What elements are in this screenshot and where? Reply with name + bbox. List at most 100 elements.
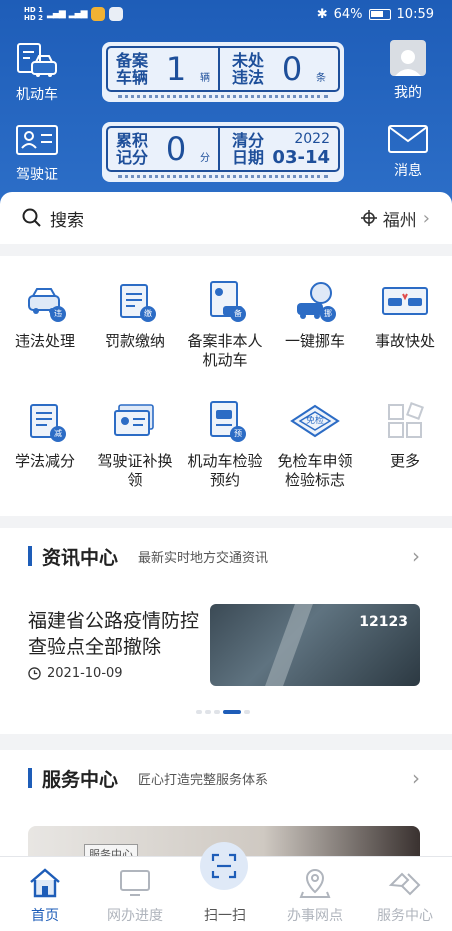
chevron-right-icon: › [422,207,430,229]
header: HD 1 HD 2 ▂▄▆ ▂▄▆ ✱ 64% 10:59 机动车 驾驶证 备案车… [0,0,452,215]
handshake-icon [387,865,423,901]
vehicle-doc-icon [14,40,60,80]
service-label: 一键挪车 [284,332,345,350]
news-date: 2021-10-09 [28,666,123,681]
tab-label: 首页 [31,908,59,924]
battery-icon [368,9,391,20]
service-badge: 免检 [305,415,324,426]
news-section-subtitle: 最新实时地方交通资讯 [138,550,269,566]
service-section-title: 服务中心 [42,768,119,791]
points-label: 累积记分 [115,131,148,167]
service-label: 更多 [389,452,420,470]
clock: 10:59 [396,7,434,22]
points-unit: 分 [200,152,210,164]
service-license-renew[interactable]: 驾驶证补换领 [90,398,180,490]
service-fine-payment[interactable]: 缴罚款缴纳 [90,278,180,351]
search-icon [22,208,41,227]
bridge-graphic [265,604,313,686]
inspection-icon: 预 [200,398,250,444]
location-target-icon [360,210,377,226]
register-vehicle-icon: 备 [200,278,250,324]
divider [218,128,220,170]
clear-date-label: 清分日期 [231,131,264,167]
envelope-icon [386,122,430,156]
carousel-dot [196,710,202,714]
sim-indicator: HD 1 HD 2 [24,6,43,22]
service-more[interactable]: 更多 [360,398,450,471]
clear-date-month-day: 03-14 [272,146,330,168]
scan-icon [211,853,237,879]
chevron-right-icon: › [412,766,420,790]
avatar [390,40,426,76]
violations-label: 未处违法 [231,51,264,87]
carousel-dot [205,710,211,714]
service-label: 学法减分 [14,452,75,470]
service-grid: 违违法处理缴罚款缴纳备备案非本人机动车挪一键挪车 事故快处减学法减分 驾驶证补换领预… [0,256,452,516]
carousel-dot [244,710,250,714]
service-badge: 减 [50,426,66,442]
service-study[interactable]: 减学法减分 [0,398,90,471]
registered-vehicles-count: 1 [165,50,187,88]
license-renew-icon [110,398,160,444]
service-label: 罚款缴纳 [104,332,165,350]
divider [218,48,220,90]
tab-service-points[interactable]: 办事网点 [270,865,360,925]
fine-payment-icon: 缴 [110,278,160,324]
news-section-header[interactable]: 资讯中心 最新实时地方交通资讯 › [0,528,452,584]
tab-label: 网办进度 [107,908,163,924]
tab-label: 服务中心 [377,908,433,924]
mine-label: 我的 [394,85,422,101]
vehicle-shortcut[interactable]: 机动车 [14,40,60,104]
service-label: 违法处理 [14,332,75,350]
news-thumbnail[interactable]: 12123 [210,604,420,686]
battery-percent: 64% [333,7,363,22]
service-move-car[interactable]: 挪一键挪车 [270,278,360,351]
points-summary-card[interactable]: 累积记分 0 分 清分日期 2022 03-14 [102,122,344,182]
signal-icon-2: ▂▄▆ [68,9,88,19]
service-exempt[interactable]: 免检免检车申领检验标志 [270,398,360,490]
service-badge: 违 [50,306,66,322]
search-label: 搜索 [50,210,84,231]
service-register-vehicle[interactable]: 备备案非本人机动车 [180,278,270,370]
messages-shortcut[interactable]: 消息 [380,122,436,180]
city-selector[interactable]: 福州 › [360,206,430,231]
registered-vehicles-label: 备案车辆 [115,51,148,87]
carousel-dot [214,710,220,714]
license-label: 驾驶证 [16,167,58,183]
more-icon [380,398,430,444]
search-bar[interactable]: 搜索 福州 › [0,192,452,244]
messages-label: 消息 [394,163,422,179]
news-image-logo: 12123 [359,614,408,630]
ticket-perforation [118,95,328,99]
tab-progress[interactable]: 网办进度 [90,865,180,925]
location-pin-icon [297,865,333,901]
service-label: 免检车申领检验标志 [277,452,353,489]
registered-vehicles-unit: 辆 [200,72,210,84]
news-headline[interactable]: 福建省公路疫情防控查验点全部撤除 [28,608,208,660]
service-car-violation[interactable]: 违违法处理 [0,278,90,351]
vehicle-summary-card[interactable]: 备案车辆 1 辆 未处违法 0 条 [102,42,344,102]
mine-shortcut[interactable]: 我的 [380,40,436,102]
app-notification-icon [90,7,105,21]
service-accident[interactable]: 事故快处 [360,278,450,351]
service-label: 驾驶证补换领 [97,452,173,489]
service-section-header[interactable]: 服务中心 匠心打造完整服务体系 › [0,750,452,806]
clear-date: 2022 03-14 [272,131,330,168]
tab-service-center[interactable]: 服务中心 [360,865,450,925]
clock-icon [28,667,41,680]
ticket-perforation [118,175,328,179]
points-count: 0 [165,130,187,168]
license-shortcut[interactable]: 驾驶证 [14,120,60,184]
service-section-subtitle: 匠心打造完整服务体系 [138,772,269,788]
tab-home[interactable]: 首页 [0,865,90,925]
service-inspection[interactable]: 预机动车检验预约 [180,398,270,490]
service-badge: 缴 [140,306,156,322]
tab-label: 办事网点 [287,908,343,924]
app-notification-icon-2 [108,7,123,21]
accident-icon [380,278,430,324]
carousel-indicator [196,710,250,714]
study-icon: 减 [20,398,70,444]
service-badge: 挪 [320,306,336,322]
section-accent [28,546,32,566]
scan-button[interactable] [200,842,248,890]
